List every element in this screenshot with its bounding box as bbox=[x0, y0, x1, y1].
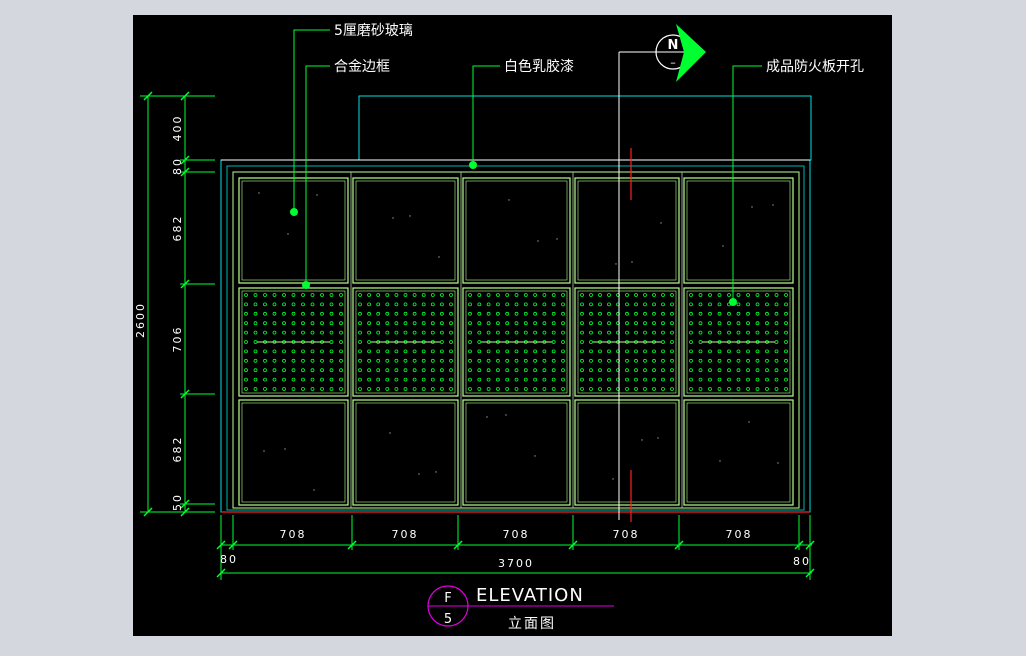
dim-h-708-4: 708 bbox=[613, 528, 640, 541]
glass-speckle bbox=[537, 240, 539, 242]
dim-v-682-top: 682 bbox=[171, 215, 184, 242]
glass-speckle bbox=[389, 432, 391, 434]
title-block-letter: F bbox=[444, 591, 451, 606]
label-paint: 白色乳胶漆 bbox=[504, 58, 574, 75]
glass-speckle bbox=[287, 233, 289, 235]
cad-viewport[interactable]: N – 5厘磨砂玻璃 合金边框 白色乳胶漆 成品防火板开孔 400 80 682… bbox=[0, 0, 1026, 652]
glass-speckle bbox=[631, 261, 633, 263]
elevation-drawing: N – 5厘磨砂玻璃 合金边框 白色乳胶漆 成品防火板开孔 400 80 682… bbox=[133, 15, 892, 636]
label-alloy-frame: 合金边框 bbox=[334, 59, 390, 75]
dim-h-total: 3700 bbox=[498, 557, 534, 570]
glass-speckle bbox=[284, 448, 286, 450]
label-glass: 5厘磨砂玻璃 bbox=[334, 22, 413, 39]
north-sub: – bbox=[670, 56, 676, 69]
dim-v-total: 2600 bbox=[134, 302, 147, 338]
glass-speckle bbox=[612, 478, 614, 480]
glass-speckle bbox=[313, 489, 315, 491]
title-chinese: 立面图 bbox=[508, 616, 556, 632]
dim-h-left-margin: 80 bbox=[220, 553, 238, 566]
glass-speckle bbox=[657, 437, 659, 439]
glass-speckle bbox=[641, 439, 643, 441]
dim-h-right-margin: 80 bbox=[793, 555, 811, 568]
dim-v-80: 80 bbox=[171, 157, 184, 175]
glass-speckle bbox=[772, 204, 774, 206]
dim-h-708-3: 708 bbox=[503, 528, 530, 541]
glass-speckle bbox=[263, 450, 265, 452]
title-english: ELEVATION bbox=[476, 585, 584, 606]
dim-h-708-5: 708 bbox=[726, 528, 753, 541]
dim-v-400: 400 bbox=[171, 115, 184, 142]
glass-speckle bbox=[392, 217, 394, 219]
glass-speckle bbox=[409, 215, 411, 217]
glass-speckle bbox=[719, 460, 721, 462]
glass-speckle bbox=[435, 471, 437, 473]
dim-v-50: 50 bbox=[171, 493, 184, 511]
label-fireproof-board: 成品防火板开孔 bbox=[766, 59, 864, 75]
dim-v-682-bottom: 682 bbox=[171, 436, 184, 463]
dim-v-706: 706 bbox=[171, 326, 184, 353]
drawing-canvas bbox=[133, 15, 892, 636]
title-block-number: 5 bbox=[444, 612, 452, 627]
glass-speckle bbox=[660, 222, 662, 224]
glass-speckle bbox=[418, 473, 420, 475]
north-letter: N bbox=[668, 38, 679, 53]
glass-speckle bbox=[777, 462, 779, 464]
glass-speckle bbox=[438, 256, 440, 258]
glass-speckle bbox=[316, 194, 318, 196]
glass-speckle bbox=[486, 416, 488, 418]
glass-speckle bbox=[722, 245, 724, 247]
glass-speckle bbox=[615, 263, 617, 265]
dim-h-708-2: 708 bbox=[392, 528, 419, 541]
dim-h-708-1: 708 bbox=[280, 528, 307, 541]
glass-speckle bbox=[534, 455, 536, 457]
glass-speckle bbox=[751, 206, 753, 208]
glass-speckle bbox=[748, 421, 750, 423]
glass-speckle bbox=[258, 192, 260, 194]
glass-speckle bbox=[508, 199, 510, 201]
glass-speckle bbox=[556, 238, 558, 240]
glass-speckle bbox=[505, 414, 507, 416]
